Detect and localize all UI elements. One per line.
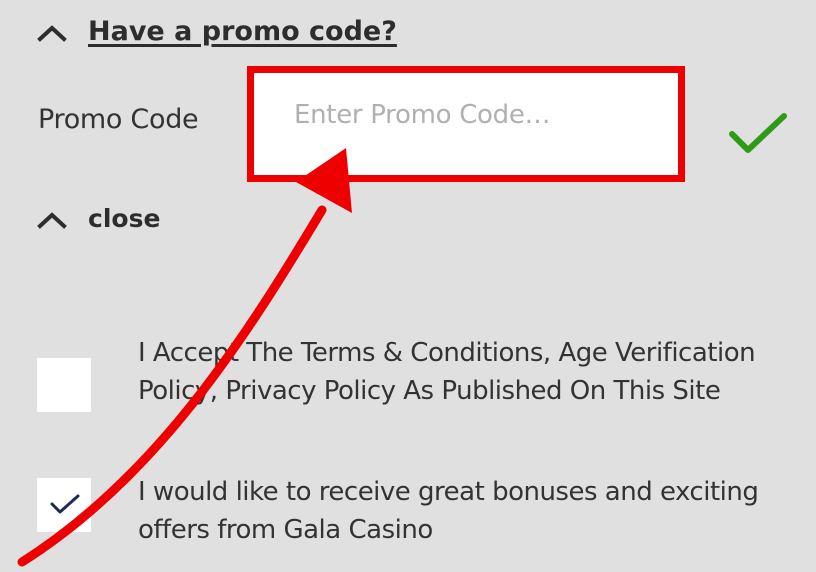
- offers-checkbox[interactable]: [37, 478, 91, 532]
- checkmark-icon: [50, 494, 80, 514]
- promo-code-input[interactable]: [268, 85, 668, 145]
- close-toggle[interactable]: close: [36, 204, 160, 233]
- terms-consent-text: I Accept The Terms & Conditions, Age Ver…: [138, 338, 756, 406]
- chevron-up-icon: [37, 211, 67, 229]
- promo-code-label: Promo Code: [38, 104, 199, 135]
- checkmark-icon[interactable]: [728, 112, 788, 156]
- close-label[interactable]: close: [88, 204, 160, 233]
- promo-code-toggle[interactable]: Have a promo code?: [36, 16, 397, 47]
- terms-checkbox[interactable]: [37, 358, 91, 412]
- promo-code-heading[interactable]: Have a promo code?: [88, 16, 397, 47]
- chevron-up-icon: [37, 24, 67, 42]
- promo-code-field-highlight: [247, 66, 685, 182]
- offers-consent-text: I would like to receive great bonuses an…: [138, 477, 759, 545]
